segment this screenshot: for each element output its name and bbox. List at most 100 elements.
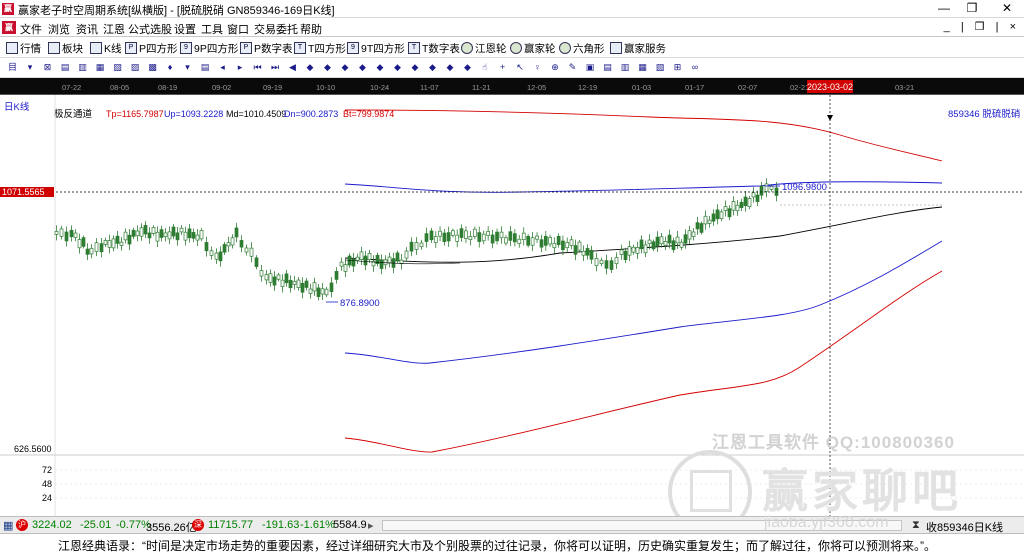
drawing-tool-1-icon[interactable]: ▾	[24, 61, 37, 74]
drawing-tool-4-icon[interactable]: ▥	[76, 61, 89, 74]
menu-browse[interactable]: 浏览	[48, 21, 70, 37]
drawing-tool-10-icon[interactable]: ▾	[181, 61, 194, 74]
drawing-tool-37-icon[interactable]: ▧	[654, 61, 667, 74]
drawing-tool-11-icon[interactable]: ▤	[199, 61, 212, 74]
candle-body	[663, 241, 668, 246]
drawing-tool-18-icon[interactable]: ◆	[321, 61, 334, 74]
toolbar-t-table-button[interactable]: T T数字表	[408, 40, 460, 56]
candle-body	[230, 237, 235, 246]
drawing-tool-26-icon[interactable]: ◆	[461, 61, 474, 74]
candle-body	[468, 236, 473, 241]
drawing-tool-7-icon[interactable]: ▨	[129, 61, 142, 74]
toolbar-9t-square-button[interactable]: 9 9T四方形	[347, 40, 405, 56]
menu-help[interactable]: 帮助	[300, 21, 322, 37]
menu-gann[interactable]: 江恩	[103, 21, 125, 37]
square-9t-icon: 9	[347, 42, 359, 54]
toolbar-sector-button[interactable]: 板块	[48, 40, 83, 56]
toolbar-hexagon-button[interactable]: 六角形	[559, 40, 605, 56]
drawing-tool-35-icon[interactable]: ▥	[619, 61, 632, 74]
drawing-tool-19-icon[interactable]: ◆	[339, 61, 352, 74]
candle-body	[276, 274, 281, 280]
close-button[interactable]: ✕	[990, 0, 1024, 18]
menu-tools[interactable]: 工具	[201, 21, 223, 37]
sz-index-value[interactable]: 11715.77	[208, 519, 253, 531]
drawing-tool-0-icon[interactable]: 目	[6, 61, 19, 74]
drawing-tool-29-icon[interactable]: ↖	[514, 61, 527, 74]
app-logo-icon: 赢	[2, 3, 14, 15]
drawing-tool-30-icon[interactable]: ♀	[531, 61, 544, 74]
drawing-tool-5-icon[interactable]: ▦	[94, 61, 107, 74]
drawing-tool-8-icon[interactable]: ▩	[146, 61, 159, 74]
hourglass-icon: ⧗	[912, 519, 920, 531]
scroll-right-arrow-icon[interactable]: ▸	[368, 519, 374, 532]
candle-body	[707, 219, 712, 224]
drawing-tool-27-icon[interactable]: ☝	[479, 61, 492, 74]
date-tick-label: 10-24	[370, 83, 389, 92]
menu-file[interactable]: 文件	[20, 21, 42, 37]
drawing-tool-20-icon[interactable]: ◆	[356, 61, 369, 74]
candle-body	[429, 230, 434, 241]
menu-window[interactable]: 窗口	[227, 21, 249, 37]
drawing-tool-21-icon[interactable]: ◆	[374, 61, 387, 74]
price-low-label: 626.5600	[14, 444, 52, 454]
drawing-tool-36-icon[interactable]: ▦	[636, 61, 649, 74]
mdi-window-controls[interactable]: _ | ❐ | ×	[944, 20, 1020, 33]
candle-body	[769, 185, 774, 190]
sz-index-change: -191.63	[262, 519, 300, 531]
menu-trade[interactable]: 交易委托	[254, 21, 298, 37]
drawing-tool-24-icon[interactable]: ◆	[426, 61, 439, 74]
drawing-tool-9-icon[interactable]: ♦	[164, 61, 177, 74]
drawing-tool-22-icon[interactable]: ◆	[391, 61, 404, 74]
toolbar-p-table-button[interactable]: P P数字表	[240, 40, 293, 56]
drawing-tool-31-icon[interactable]: ⊕	[549, 61, 562, 74]
crosshair-date-label: 2023-03-02	[807, 82, 853, 92]
drawing-tool-33-icon[interactable]: ▣	[584, 61, 597, 74]
date-tick-label: 10-10	[316, 83, 335, 92]
menu-logo-icon[interactable]: 赢	[2, 21, 16, 34]
drawing-tool-16-icon[interactable]: ◀	[286, 61, 299, 74]
hexagon-icon	[559, 42, 571, 54]
toolbar-9p-square-button[interactable]: 9 9P四方形	[180, 40, 238, 56]
candle-body	[683, 234, 688, 244]
candle-body	[414, 242, 419, 250]
drawing-tool-39-icon[interactable]: ∞	[689, 61, 702, 74]
drawing-tool-17-icon[interactable]: ◆	[304, 61, 317, 74]
toolbar-p-square-button[interactable]: P P四方形	[125, 40, 178, 56]
watermark-contact: 江恩工具软件 QQ:100800360	[712, 433, 955, 452]
toolbar-t-square-button[interactable]: T T四方形	[294, 40, 346, 56]
candle-body	[296, 279, 301, 288]
main-toolbar: 行情 板块 K线 P P四方形 9 9P四方形 P P数字表 T T四方形 9 9T四方形…	[0, 37, 1024, 58]
sh-index-value[interactable]: 3224.02	[32, 519, 72, 531]
drawing-tool-38-icon[interactable]: ⊞	[671, 61, 684, 74]
candle-body	[81, 237, 86, 247]
drawing-tool-23-icon[interactable]: ◆	[409, 61, 422, 74]
candle-body	[739, 201, 744, 208]
toolbar-service-button[interactable]: 赢家服务	[610, 40, 666, 56]
maximize-button[interactable]: ❐	[958, 0, 986, 18]
toolbar-quotes-button[interactable]: 行情	[6, 40, 41, 56]
drawing-tool-28-icon[interactable]: +	[496, 61, 509, 74]
toolbar-winner-wheel-button[interactable]: 赢家轮	[510, 40, 556, 56]
indicator-dn: Dn=900.2873	[284, 109, 338, 119]
drawing-tool-3-icon[interactable]: ▤	[59, 61, 72, 74]
toolbar-gann-wheel-button[interactable]: 江恩轮	[461, 40, 507, 56]
toolbar-kline-button[interactable]: K线	[90, 40, 122, 56]
menu-settings[interactable]: 设置	[174, 21, 196, 37]
quote-bar: 江恩经典语录：“时间是决定市场走势的重要因素，经过详细研究大市及个别股票的过往记…	[0, 533, 1024, 554]
drawing-tool-34-icon[interactable]: ▤	[601, 61, 614, 74]
menu-info[interactable]: 资讯	[76, 21, 98, 37]
drawing-tool-13-icon[interactable]: ▸	[234, 61, 247, 74]
drawing-tool-25-icon[interactable]: ◆	[444, 61, 457, 74]
drawing-tool-2-icon[interactable]: ⊠	[41, 61, 54, 74]
drawing-tool-12-icon[interactable]: ◂	[216, 61, 229, 74]
drawing-tool-15-icon[interactable]: ⏭	[269, 61, 282, 74]
sh-index-change: -25.01	[80, 519, 112, 531]
drawing-tool-32-icon[interactable]: ✎	[566, 61, 579, 74]
candle-body	[131, 229, 136, 237]
menu-formula[interactable]: 公式选股	[128, 21, 172, 37]
window-title: 赢家老子时空周期系统[纵横版] - [脱硫脱硝 GN859346-169日K线]	[18, 5, 335, 17]
status-grid-icon[interactable]: ▦	[3, 519, 13, 532]
drawing-tool-14-icon[interactable]: ⏮	[251, 61, 264, 74]
minimize-button[interactable]: —	[930, 0, 958, 18]
drawing-tool-6-icon[interactable]: ▧	[111, 61, 124, 74]
